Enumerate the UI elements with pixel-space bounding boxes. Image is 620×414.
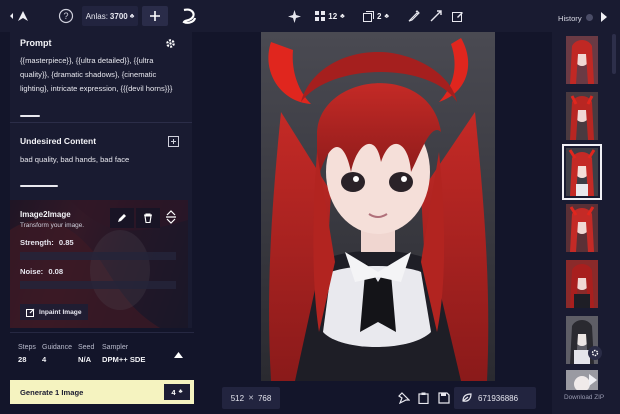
collapse-history-icon[interactable] <box>600 12 608 22</box>
height-value: 768 <box>257 393 272 403</box>
anlas-icon: ♣ <box>129 12 135 20</box>
edit-image-button[interactable] <box>110 208 134 228</box>
strength-readout: Strength: 0.85 <box>20 238 74 247</box>
generate-cost-value: 4 <box>171 387 176 397</box>
prompt-input[interactable]: {{masterpiece}}, {{ultra detailed}}, {{u… <box>20 54 184 96</box>
generate-label: Generate 1 Image <box>20 387 84 397</box>
seed-icon <box>462 393 472 402</box>
prompt-scroll-indicator <box>20 115 40 117</box>
inpaint-label: Inpaint Image <box>39 308 82 316</box>
noise-slider[interactable] <box>20 281 176 289</box>
image2image-section: Image2Image Transform your image. Streng… <box>10 200 188 328</box>
copy-to-clipboard-icon[interactable] <box>418 392 429 404</box>
steps-param[interactable]: Steps 28 <box>18 344 36 364</box>
history-thumbnail[interactable] <box>566 36 598 84</box>
history-scrollbar[interactable] <box>612 34 616 74</box>
seed-number: 671936886 <box>478 393 519 403</box>
noise-readout: Noise: 0.08 <box>20 267 63 276</box>
prompt-settings-gear-icon[interactable] <box>165 38 176 49</box>
variations-count-value: 2 <box>376 11 382 21</box>
prompt-title: Prompt <box>20 38 52 48</box>
gear-icon[interactable] <box>588 346 602 360</box>
history-thumbnail[interactable] <box>566 92 598 140</box>
undesired-strength-icon[interactable] <box>168 136 179 147</box>
pencil-icon <box>118 214 126 222</box>
guidance-label: Guidance <box>42 344 72 351</box>
noise-value: 0.08 <box>48 267 64 276</box>
strength-slider[interactable] <box>20 252 176 260</box>
noise-label: Noise: <box>20 267 44 276</box>
anlas-balance: Anlas: 3700 ♣ <box>82 6 138 26</box>
inpaint-icon <box>26 308 35 317</box>
undesired-input[interactable]: bad quality, bad hands, bad face <box>20 153 184 167</box>
edit-pen-icon[interactable] <box>408 10 420 22</box>
generated-image[interactable] <box>261 32 495 381</box>
seed-value: N/A <box>78 355 92 364</box>
download-zip-button[interactable]: Download ZIP <box>564 394 604 401</box>
anlas-label: Anlas: <box>85 11 108 21</box>
dimensions-display[interactable]: 512 ✕ 768 <box>222 387 280 409</box>
novelai-logo-icon[interactable] <box>180 6 198 26</box>
history-thumbnail-selected[interactable] <box>562 144 602 200</box>
anlas-small-icon: ♣ <box>340 12 345 20</box>
image-count-button[interactable]: 12 ♣ <box>310 6 350 26</box>
steps-value: 28 <box>18 355 27 364</box>
image-count-value: 12 <box>328 11 338 21</box>
add-anlas-button[interactable] <box>142 6 168 26</box>
grid-icon <box>315 11 326 21</box>
upscale-icon[interactable] <box>430 10 442 22</box>
guidance-value: 4 <box>42 355 47 364</box>
sampler-label: Sampler <box>102 344 129 351</box>
trash-icon <box>144 213 152 223</box>
history-title: History <box>558 14 582 23</box>
pin-icon[interactable] <box>398 392 410 404</box>
image2image-title: Image2Image <box>20 210 71 219</box>
divider <box>10 122 192 123</box>
anime-girl-image <box>261 32 495 381</box>
times-icon: ✕ <box>248 395 254 402</box>
undesired-title: Undesired Content <box>20 136 97 146</box>
seed-param[interactable]: Seed N/A <box>78 344 94 364</box>
history-panel: History Download ZIP <box>552 0 620 414</box>
collapse-section-icon[interactable] <box>166 210 176 224</box>
image-edit-icon[interactable] <box>452 10 464 22</box>
svg-text:?: ? <box>63 11 68 21</box>
generate-button[interactable]: Generate 1 Image 4 ♣ <box>10 380 194 404</box>
sampler-value: DPM++ SDE <box>102 355 146 364</box>
undesired-scroll-indicator <box>20 185 58 187</box>
collapse-left-icon[interactable] <box>8 8 30 24</box>
strength-label: Strength: <box>20 238 54 247</box>
history-next-icon[interactable] <box>588 374 598 386</box>
anlas-small-icon-2: ♣ <box>384 12 390 20</box>
strength-value: 0.85 <box>58 238 74 247</box>
history-thumbnail[interactable] <box>566 260 598 308</box>
canvas-bottom-bar: 512 ✕ 768 671936886 <box>210 382 546 414</box>
width-value: 512 <box>230 393 245 403</box>
delete-image-button[interactable] <box>136 208 160 228</box>
seed-label: Seed <box>78 344 95 351</box>
variations-icon <box>362 10 374 22</box>
image2image-subtitle: Transform your image. <box>20 222 85 229</box>
variations-button[interactable]: 2 ♣ <box>356 6 396 26</box>
history-indicator-icon <box>586 14 593 21</box>
anlas-cost-icon: ♣ <box>178 389 183 395</box>
save-icon[interactable] <box>438 392 450 404</box>
guidance-param[interactable]: Guidance 4 <box>42 344 72 364</box>
top-bar: ? Anlas: 3700 ♣ 12 ♣ 2 ♣ <box>0 0 620 32</box>
inpaint-image-button[interactable]: Inpaint Image <box>20 304 88 320</box>
anlas-value: 3700 <box>109 11 128 21</box>
help-icon[interactable]: ? <box>58 8 74 24</box>
history-thumbnail[interactable] <box>566 204 598 252</box>
expand-params-icon[interactable] <box>174 352 183 358</box>
sampler-param[interactable]: Sampler DPM++ SDE <box>102 344 145 364</box>
enhance-icon[interactable] <box>288 10 301 23</box>
seed-display[interactable]: 671936886 <box>454 387 536 409</box>
generate-cost-badge: 4 ♣ <box>164 384 190 400</box>
steps-label: Steps <box>18 344 36 351</box>
